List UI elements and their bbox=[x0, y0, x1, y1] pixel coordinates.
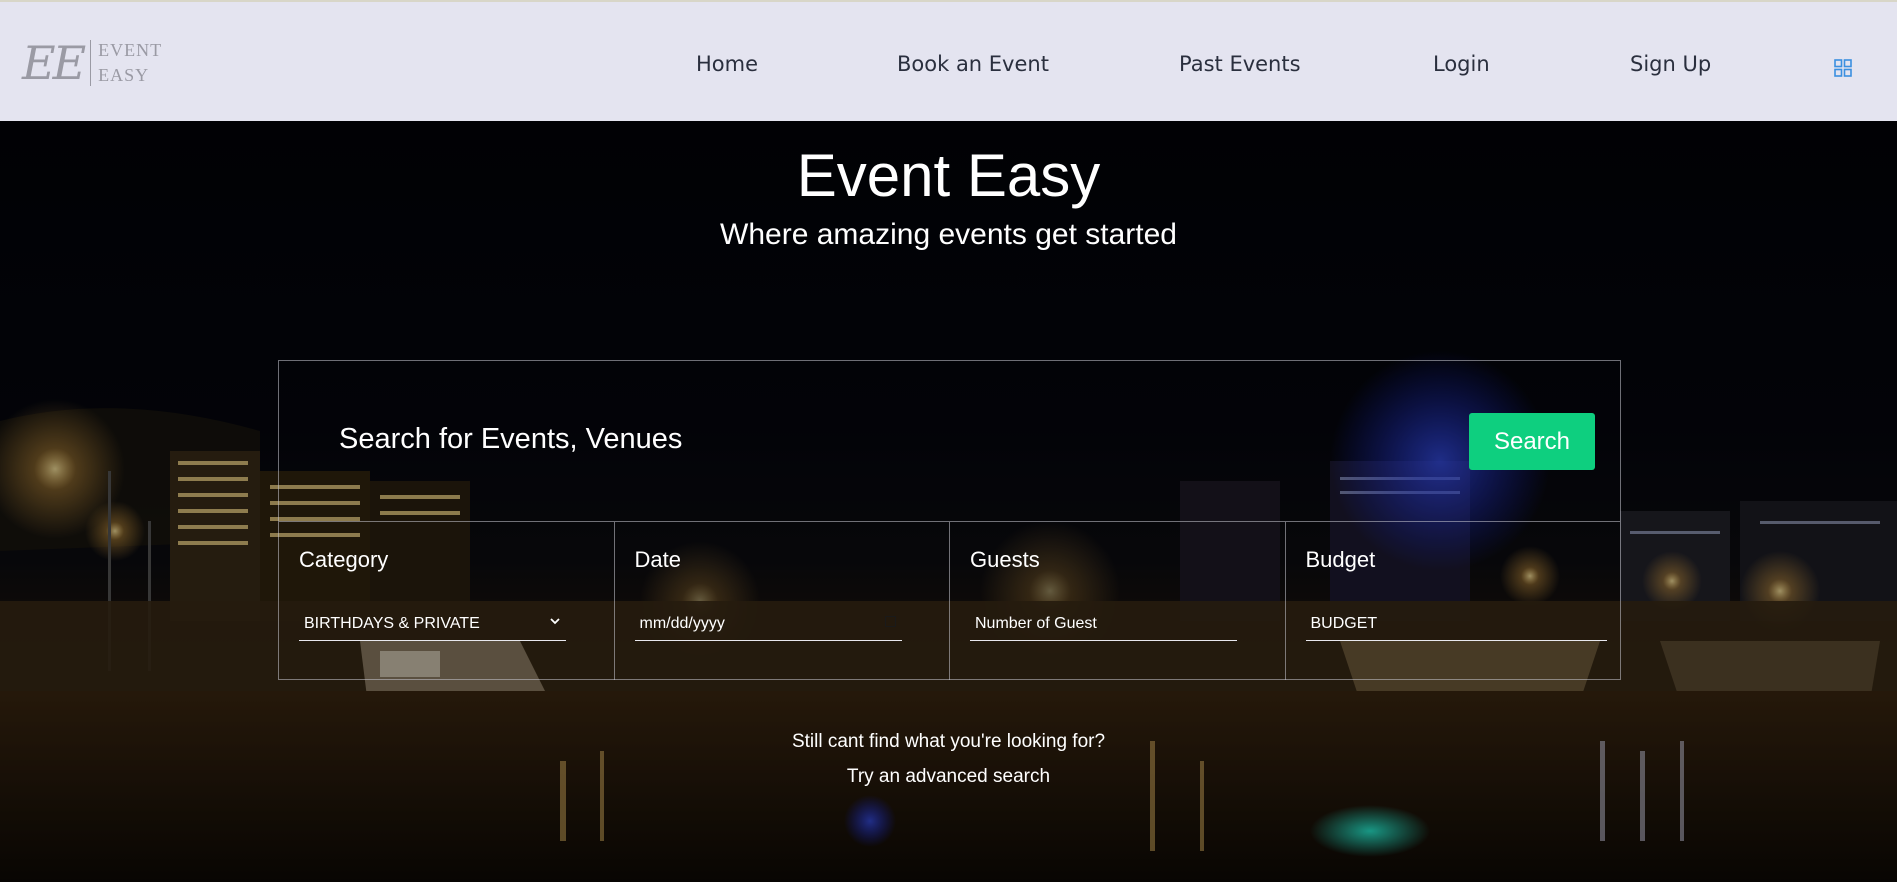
search-panel: Search for Events, Venues Search Categor… bbox=[278, 360, 1621, 680]
logo-wordmark: EVENT EASY bbox=[91, 38, 162, 88]
filter-date: Date mm/dd/yyyy bbox=[615, 522, 950, 680]
hero-title: Event Easy bbox=[796, 142, 1101, 209]
filter-category: Category BIRTHDAYS & PRIVATE bbox=[279, 522, 615, 680]
search-filters: Category BIRTHDAYS & PRIVATE Date mm/dd/… bbox=[279, 521, 1620, 680]
category-select-value: BIRTHDAYS & PRIVATE bbox=[304, 615, 480, 632]
chevron-down-icon bbox=[550, 618, 560, 625]
filter-date-label: Date bbox=[634, 547, 681, 572]
nav-home[interactable]: Home bbox=[696, 50, 758, 78]
budget-input[interactable]: BUDGET bbox=[1305, 609, 1607, 641]
category-select[interactable]: BIRTHDAYS & PRIVATE bbox=[299, 609, 566, 641]
logo-line-2: EASY bbox=[98, 65, 150, 85]
logo-line-1: EVENT bbox=[98, 40, 163, 60]
search-button[interactable]: Search bbox=[1469, 413, 1595, 470]
date-input-placeholder: mm/dd/yyyy bbox=[639, 615, 725, 632]
filter-guests-label: Guests bbox=[970, 547, 1040, 572]
nav-sign-up[interactable]: Sign Up bbox=[1630, 50, 1711, 78]
filter-category-label: Category bbox=[299, 547, 389, 572]
logo[interactable]: EE EVENT EASY bbox=[22, 38, 162, 88]
filter-budget: Budget BUDGET bbox=[1286, 522, 1621, 680]
logo-mark: EE bbox=[22, 40, 92, 86]
top-navbar: EE EVENT EASY Home Book an Event Past Ev… bbox=[0, 0, 1897, 121]
advanced-search-link[interactable]: Try an advanced search bbox=[847, 766, 1050, 787]
hero-subtitle: Where amazing events get started bbox=[720, 218, 1177, 251]
nav-login[interactable]: Login bbox=[1433, 50, 1490, 78]
date-input[interactable]: mm/dd/yyyy bbox=[634, 609, 902, 641]
nav-past-events[interactable]: Past Events bbox=[1179, 50, 1301, 78]
budget-input-placeholder: BUDGET bbox=[1310, 615, 1378, 632]
calendar-icon[interactable] bbox=[884, 616, 896, 627]
guests-input-placeholder: Number of Guest bbox=[975, 615, 1097, 632]
search-input[interactable]: Search for Events, Venues bbox=[339, 421, 682, 457]
guests-input[interactable]: Number of Guest bbox=[970, 609, 1237, 641]
hero-section: Event Easy Where amazing events get star… bbox=[0, 121, 1897, 882]
filter-budget-label: Budget bbox=[1305, 547, 1376, 572]
advanced-search-link-row: Try an advanced search bbox=[0, 765, 1897, 789]
nav-book-an-event[interactable]: Book an Event bbox=[897, 50, 1049, 78]
help-text: Still cant find what you're looking for? bbox=[791, 731, 1106, 752]
filter-guests: Guests Number of Guest bbox=[950, 522, 1286, 680]
grid-icon[interactable] bbox=[1834, 59, 1852, 77]
